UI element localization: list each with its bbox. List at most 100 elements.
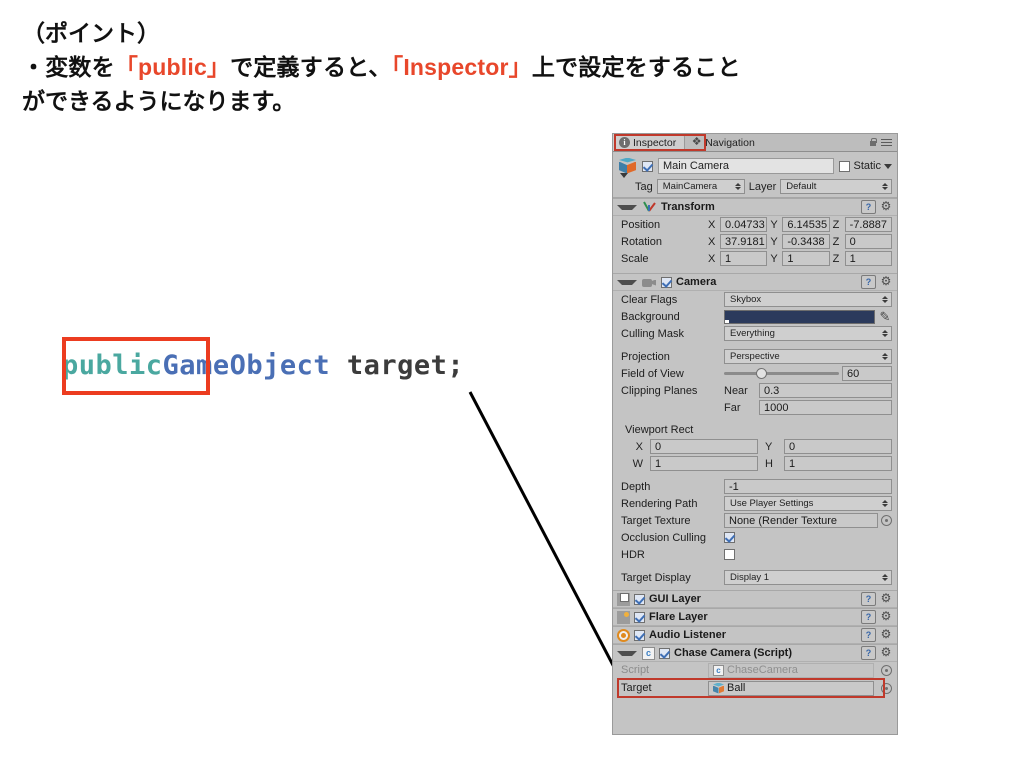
position-x-field[interactable]: 0.04733 <box>720 217 768 232</box>
scale-y-field[interactable]: 1 <box>782 251 830 266</box>
viewport-x-field[interactable]: 0 <box>650 439 758 454</box>
help-icon[interactable]: ? <box>861 592 876 606</box>
slider-knob[interactable] <box>756 368 768 379</box>
heading-line-2-seg-3: で定義すると、 <box>230 54 392 80</box>
rotation-y-field[interactable]: -0.3438 <box>782 234 830 249</box>
transform-component-header[interactable]: Transform ? ⚙ <box>613 198 897 216</box>
camera-enabled-checkbox[interactable] <box>661 276 672 288</box>
help-icon[interactable]: ? <box>861 610 876 624</box>
script-value-field[interactable]: c ChaseCamera <box>708 662 874 678</box>
gear-icon[interactable]: ⚙ <box>880 275 892 288</box>
layer-dropdown-arrows-icon <box>882 180 888 193</box>
transform-foldout-icon[interactable] <box>617 204 637 210</box>
eyedropper-icon[interactable]: ✎ <box>878 310 892 324</box>
audio-listener-component-header[interactable]: Audio Listener ? ⚙ <box>613 626 897 644</box>
heading-line-1-seg-1: （ポイント） <box>22 20 160 46</box>
near-field[interactable]: 0.3 <box>759 383 892 398</box>
tag-dropdown[interactable]: MainCamera <box>656 179 745 194</box>
depth-field[interactable]: -1 <box>724 479 892 494</box>
gui-layer-enabled-checkbox[interactable] <box>634 593 645 605</box>
background-color-swatch[interactable] <box>724 309 875 324</box>
menu-icon[interactable] <box>881 138 892 147</box>
chase-camera-foldout-icon[interactable] <box>617 650 637 656</box>
clear-flags-dropdown[interactable]: Skybox <box>724 292 892 307</box>
hdr-checkbox[interactable] <box>724 549 735 560</box>
help-icon[interactable]: ? <box>861 646 876 660</box>
clear-flags-value: Skybox <box>730 294 762 305</box>
target-display-row: Target Display Display 1 <box>613 569 897 586</box>
object-name-field[interactable]: Main Camera <box>658 158 835 174</box>
help-icon[interactable]: ? <box>861 275 876 289</box>
chevron-down-icon[interactable] <box>884 163 892 169</box>
gear-icon[interactable]: ⚙ <box>880 592 892 605</box>
slider-track <box>724 372 839 375</box>
flare-layer-component-header[interactable]: Flare Layer ? ⚙ <box>613 608 897 626</box>
tab-navigation-label: Navigation <box>705 136 755 149</box>
target-display-label: Target Display <box>621 571 691 584</box>
rotation-z-field[interactable]: 0 <box>844 234 892 249</box>
flare-layer-enabled-checkbox[interactable] <box>634 611 645 623</box>
static-checkbox[interactable] <box>839 160 851 172</box>
target-texture-row: Target Texture None (Render Texture <box>613 512 897 529</box>
heading-keyword-public: 「public」 <box>114 54 231 80</box>
gear-icon[interactable]: ⚙ <box>880 200 892 213</box>
rotation-x-field[interactable]: 37.9181 <box>720 234 768 249</box>
viewport-xy-row: X 0 Y 0 <box>613 438 897 455</box>
heading-line-2-seg-5: 上で設定をすること <box>531 54 741 80</box>
position-z-field[interactable]: -7.8887 <box>844 217 892 232</box>
transform-header-icons: ? ⚙ <box>861 200 892 214</box>
far-field[interactable]: 1000 <box>759 400 892 415</box>
occlusion-culling-label: Occlusion Culling <box>621 531 706 544</box>
rendering-path-row: Rendering Path Use Player Settings <box>613 495 897 512</box>
rendering-path-dropdown[interactable]: Use Player Settings <box>724 496 892 511</box>
scale-x-field[interactable]: 1 <box>720 251 768 266</box>
heading-line-2: ・変数を「public」で定義すると、「Inspector」上で設定をすること <box>22 50 740 84</box>
gear-icon[interactable]: ⚙ <box>880 646 892 659</box>
rotation-x-axis: X <box>708 235 716 248</box>
culling-mask-label: Culling Mask <box>621 327 684 340</box>
depth-row: Depth -1 <box>613 478 897 495</box>
camera-foldout-icon[interactable] <box>617 279 637 285</box>
script-field-row: Script c ChaseCamera <box>613 662 897 678</box>
target-display-dropdown[interactable]: Display 1 <box>724 570 892 585</box>
occlusion-culling-checkbox[interactable] <box>724 532 735 543</box>
scale-z-axis: Z <box>832 252 840 265</box>
help-icon[interactable]: ? <box>861 200 876 214</box>
target-texture-field[interactable]: None (Render Texture <box>724 513 878 528</box>
slide-root: （ポイント） ・変数を「public」で定義すると、「Inspector」上で設… <box>0 0 1024 768</box>
field-of-view-value[interactable]: 60 <box>842 366 892 381</box>
gear-icon[interactable]: ⚙ <box>880 628 892 641</box>
field-of-view-slider[interactable] <box>724 367 839 380</box>
audio-listener-enabled-checkbox[interactable] <box>634 629 645 641</box>
lock-icon[interactable] <box>869 138 877 147</box>
culling-mask-dropdown[interactable]: Everything <box>724 326 892 341</box>
projection-dropdown[interactable]: Perspective <box>724 349 892 364</box>
far-label: Far <box>724 401 741 414</box>
script-asset-icon: c <box>713 664 724 676</box>
target-display-value: Display 1 <box>730 572 770 583</box>
script-object-picker-icon[interactable] <box>881 664 892 676</box>
help-icon[interactable]: ? <box>861 628 876 642</box>
layer-dropdown[interactable]: Default <box>780 179 892 194</box>
position-label: Position <box>621 218 661 231</box>
object-enabled-checkbox[interactable] <box>642 160 653 172</box>
scale-z-field[interactable]: 1 <box>844 251 892 266</box>
camera-component-header[interactable]: Camera ? ⚙ <box>613 273 897 291</box>
target-highlight-box <box>617 678 885 698</box>
position-y-field[interactable]: 6.14535 <box>782 217 830 232</box>
inspector-tabbar-right <box>869 138 897 147</box>
static-toggle-group[interactable]: Static <box>839 160 892 172</box>
layer-value: Default <box>786 181 817 192</box>
viewport-y-field[interactable]: 0 <box>784 439 892 454</box>
object-picker-icon[interactable] <box>881 515 892 526</box>
viewport-w-field[interactable]: 1 <box>650 456 758 471</box>
gui-layer-component-header[interactable]: GUI Layer ? ⚙ <box>613 590 897 608</box>
viewport-h-field[interactable]: 1 <box>784 456 892 471</box>
rotation-z-axis: Z <box>832 235 840 248</box>
gear-icon[interactable]: ⚙ <box>880 610 892 623</box>
inspector-tab-highlight-box <box>614 134 706 151</box>
position-x-axis: X <box>708 218 716 231</box>
chase-camera-enabled-checkbox[interactable] <box>659 647 670 659</box>
chase-camera-component-header[interactable]: c Chase Camera (Script) ? ⚙ <box>613 644 897 662</box>
heading-line-3: ができるようになります。 <box>22 84 622 118</box>
